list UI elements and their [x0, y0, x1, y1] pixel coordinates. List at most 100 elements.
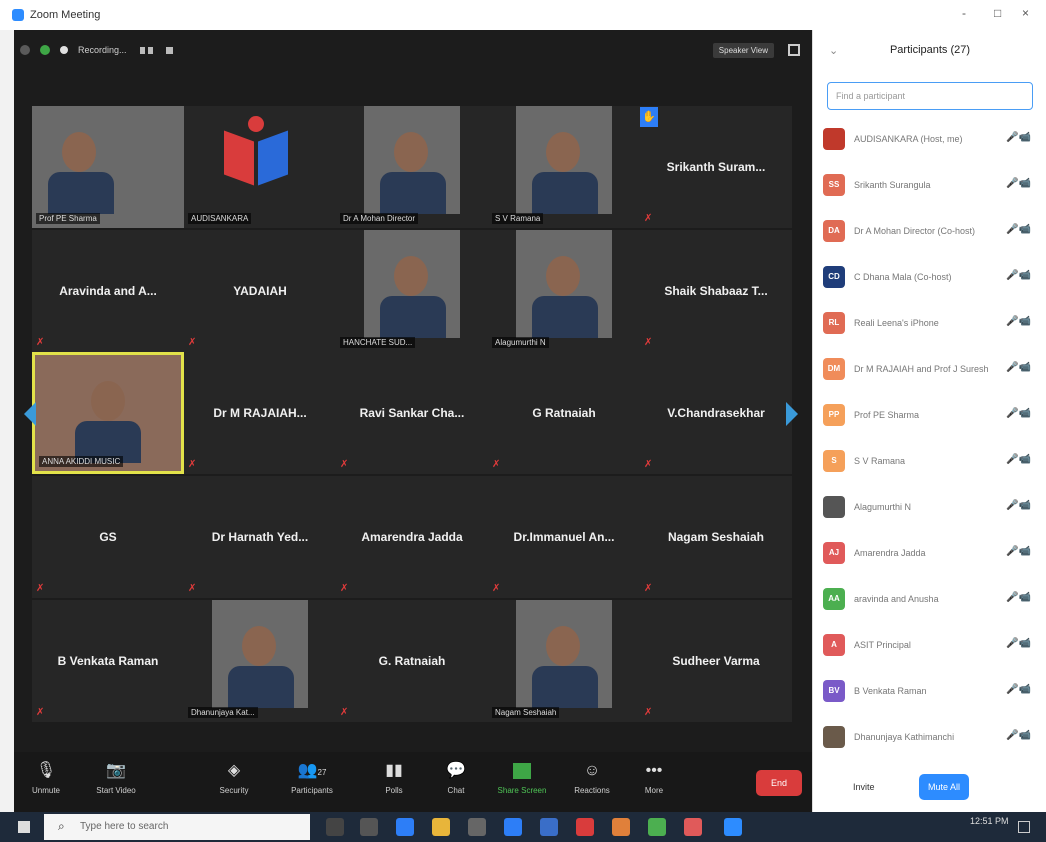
participant-list-item[interactable]: SS Srikanth Surangula 🎤📹	[823, 162, 1039, 208]
mic-and-video-status-icon: 🎤📹	[1006, 362, 1031, 373]
pdf-reader-icon[interactable]	[576, 818, 594, 836]
mail-icon[interactable]	[504, 818, 522, 836]
next-page-arrow-icon[interactable]	[786, 402, 798, 426]
notifications-icon[interactable]	[1018, 821, 1030, 833]
end-meeting-button[interactable]: End	[756, 770, 802, 796]
participant-tile[interactable]: Srikanth Suram... ✗	[640, 106, 792, 228]
speaker-view-button[interactable]: Speaker View	[712, 43, 774, 58]
stop-recording-button[interactable]	[163, 41, 173, 59]
chat-button[interactable]: 💬 Chat	[426, 760, 486, 795]
app-icon[interactable]	[684, 818, 702, 836]
participant-name: Shaik Shabaaz T...	[664, 284, 768, 298]
participant-tile[interactable]: G Ratnaiah ✗	[488, 352, 640, 474]
share-screen-icon	[492, 760, 552, 782]
word-icon[interactable]	[540, 818, 558, 836]
participant-list-item[interactable]: RL Reali Leena's iPhone 🎤📹	[823, 300, 1039, 346]
participant-tile[interactable]: Amarendra Jadda ✗	[336, 476, 488, 598]
search-icon: ⌕	[58, 819, 65, 833]
task-view-icon[interactable]	[360, 818, 378, 836]
participant-list-item[interactable]: CD C Dhana Mala (Co-host) 🎤📹	[823, 254, 1039, 300]
taskbar-search-input[interactable]: ⌕ Type here to search	[44, 814, 310, 840]
smiley-icon: ☺	[583, 762, 601, 779]
zoom-taskbar-icon[interactable]	[724, 818, 742, 836]
cortana-icon[interactable]	[326, 818, 344, 836]
share-screen-button[interactable]: Share Screen	[492, 760, 552, 795]
participant-tile[interactable]: Dr.Immanuel An... ✗	[488, 476, 640, 598]
participant-tile[interactable]: Ravi Sankar Cha... ✗	[336, 352, 488, 474]
restore-button[interactable]: □	[994, 6, 1001, 20]
participant-tile[interactable]: AUDISANKARA	[184, 106, 336, 228]
participant-name: Aravinda and A...	[59, 284, 157, 298]
participant-tile[interactable]: Alagumurthi N	[488, 230, 640, 352]
polls-button[interactable]: ▮▮ Polls	[364, 760, 424, 795]
participant-list-item[interactable]: DA Dr A Mohan Director (Co-host) 🎤📹	[823, 208, 1039, 254]
fullscreen-icon[interactable]	[788, 44, 800, 56]
participant-name: Dr.Immanuel An...	[513, 530, 615, 544]
participant-list-item[interactable]: BV B Venkata Raman 🎤📹	[823, 668, 1039, 714]
previous-page-arrow-icon[interactable]	[24, 402, 36, 426]
participant-tile[interactable]: Prof PE Sharma	[32, 106, 184, 228]
participant-tile[interactable]: G. Ratnaiah ✗	[336, 600, 488, 722]
mic-muted-icon: ✗	[644, 707, 653, 718]
participant-list-item[interactable]: AUDISANKARA (Host, me) 🎤📹	[823, 116, 1039, 162]
mic-muted-icon: ✗	[36, 707, 45, 718]
edge-icon[interactable]	[396, 818, 414, 836]
pause-recording-button[interactable]	[137, 41, 153, 59]
participant-list-item[interactable]: DM Dr M RAJAIAH and Prof J Suresh 🎤📹	[823, 346, 1039, 392]
participant-body	[380, 296, 446, 338]
participant-list-item[interactable]: A ASIT Principal 🎤📹	[823, 622, 1039, 668]
participant-search-input[interactable]: Find a participant	[827, 82, 1033, 110]
mic-muted-icon: ✗	[644, 337, 653, 348]
participant-tile[interactable]: Dr M RAJAIAH... ✗	[184, 352, 336, 474]
participant-tile[interactable]: GS ✗	[32, 476, 184, 598]
participant-tile[interactable]: S V Ramana	[488, 106, 640, 228]
mic-and-video-status-icon: 🎤📹	[1006, 178, 1031, 189]
start-video-button[interactable]: 📷 Start Video	[86, 760, 146, 795]
info-icon[interactable]	[20, 45, 30, 55]
reactions-button[interactable]: ☺ Reactions	[562, 760, 622, 795]
participant-tile[interactable]: Dr A Mohan Director	[336, 106, 488, 228]
avatar	[823, 128, 845, 150]
participant-list-item[interactable]: AJ Amarendra Jadda 🎤📹	[823, 530, 1039, 576]
more-button[interactable]: ••• More	[624, 760, 684, 795]
participant-list-name: C Dhana Mala (Co-host)	[854, 272, 952, 282]
participant-tile[interactable]: V.Chandrasekhar ✗	[640, 352, 792, 474]
encryption-shield-icon[interactable]	[40, 45, 50, 55]
mute-all-button[interactable]: Mute All	[919, 774, 969, 800]
windows-start-icon[interactable]	[18, 821, 30, 833]
security-button[interactable]: ◈ Security	[204, 760, 264, 795]
participant-name: V.Chandrasekhar	[667, 406, 765, 420]
media-icon[interactable]	[612, 818, 630, 836]
participants-button[interactable]: 👥27 Participants	[282, 760, 342, 795]
avatar: AA	[823, 588, 845, 610]
participant-tile[interactable]: B Venkata Raman ✗	[32, 600, 184, 722]
participant-tile[interactable]: HANCHATE SUD...	[336, 230, 488, 352]
minimize-button[interactable]: -	[962, 6, 966, 20]
participant-list-item[interactable]: PP Prof PE Sharma 🎤📹	[823, 392, 1039, 438]
chrome-icon[interactable]	[648, 818, 666, 836]
participant-list-name: Reali Leena's iPhone	[854, 318, 939, 328]
avatar: SS	[823, 174, 845, 196]
avatar: RL	[823, 312, 845, 334]
participant-tile[interactable]: Dr Harnath Yed... ✗	[184, 476, 336, 598]
participant-face	[546, 132, 580, 172]
participant-list-item[interactable]: Dhanunjaya Kathimanchi 🎤📹	[823, 714, 1039, 760]
participant-list-item[interactable]: AA aravinda and Anusha 🎤📹	[823, 576, 1039, 622]
store-icon[interactable]	[468, 818, 486, 836]
participant-tile[interactable]: Sudheer Varma ✗	[640, 600, 792, 722]
unmute-button[interactable]: 🎙 Unmute	[16, 760, 76, 795]
participant-tile[interactable]: ANNA AKIDDI MUSIC	[32, 352, 184, 474]
participant-tile[interactable]: Nagam Seshaiah	[488, 600, 640, 722]
invite-button[interactable]: Invite	[853, 782, 875, 792]
participant-tile[interactable]: Aravinda and A... ✗	[32, 230, 184, 352]
avatar: S	[823, 450, 845, 472]
participant-list-item[interactable]: Alagumurthi N 🎤📹	[823, 484, 1039, 530]
file-explorer-icon[interactable]	[432, 818, 450, 836]
participant-tile[interactable]: Shaik Shabaaz T... ✗	[640, 230, 792, 352]
close-button[interactable]: ×	[1022, 6, 1029, 20]
participant-tile[interactable]: Nagam Seshaiah ✗	[640, 476, 792, 598]
participant-list-item[interactable]: S S V Ramana 🎤📹	[823, 438, 1039, 484]
mic-and-video-status-icon: 🎤📹	[1006, 132, 1031, 143]
participant-tile[interactable]: Dhanunjaya Kat...	[184, 600, 336, 722]
participant-tile[interactable]: YADAIAH ✗	[184, 230, 336, 352]
